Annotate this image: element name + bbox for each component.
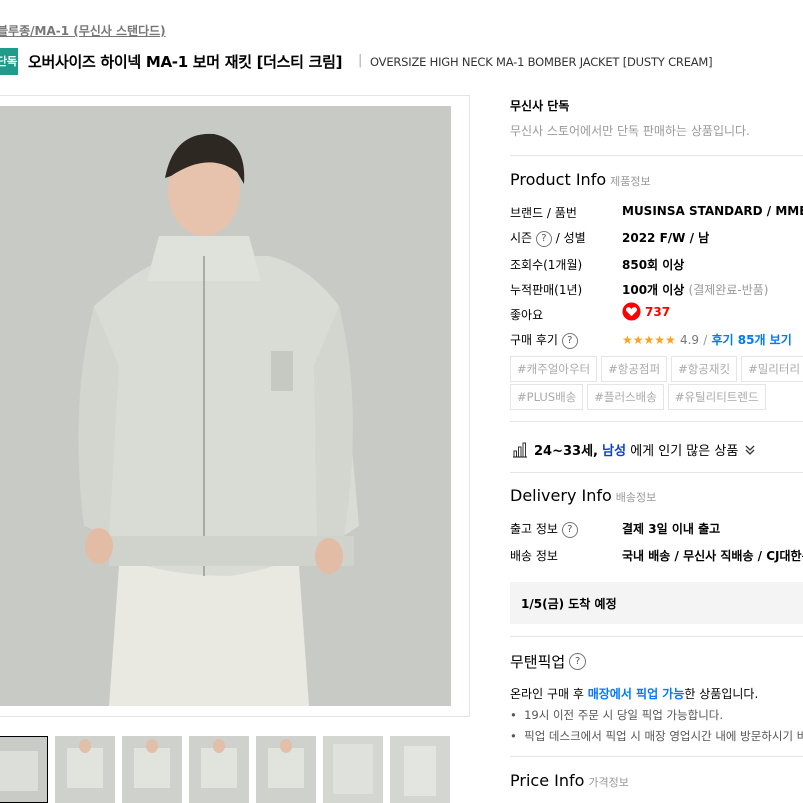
views-label: 조회수(1개월)	[510, 258, 583, 272]
popular-row[interactable]: 24~33세, 남성 에게 인기 많은 상품	[512, 440, 756, 459]
thumbnail[interactable]	[323, 736, 383, 803]
pickup-title: 무탠픽업	[510, 653, 566, 671]
question-icon[interactable]: ?	[535, 230, 552, 247]
chart-icon	[513, 442, 527, 458]
pickup-desc: 온라인 구매 후 매장에서 픽업 가능한 상품입니다.	[510, 685, 758, 702]
views-value: 850회 이상	[622, 258, 685, 272]
popular-gender: 남성	[602, 444, 627, 459]
sales-value: 100개 이상	[622, 283, 685, 297]
arrival-box: 1/5(금) 도착 예정	[510, 582, 803, 624]
tag[interactable]: #유틸리티트렌드	[667, 384, 766, 410]
chevron-down-icon	[745, 445, 755, 455]
thumbnail-strip	[0, 736, 450, 803]
breadcrumb[interactable]: 블루종/MA-1 (무신사 스탠다드)	[0, 22, 166, 39]
review-slash: /	[703, 333, 708, 347]
question-icon[interactable]: ?	[561, 332, 578, 349]
thumbnail[interactable]	[0, 736, 48, 803]
thumbnail[interactable]	[390, 736, 450, 803]
tag[interactable]: #항공재킷	[671, 356, 738, 382]
brand-value[interactable]: MUSINSA STANDARD / MMBUJ	[622, 204, 803, 218]
tag[interactable]: #항공점퍼	[601, 356, 668, 382]
divider	[510, 756, 803, 757]
review-link[interactable]: 후기 85개 보기	[712, 333, 792, 347]
delivery-title: Delivery Info	[510, 486, 612, 505]
exclusive-desc: 무신사 스토어에서만 단독 판매하는 상품입니다.	[510, 124, 750, 138]
gender-label: / 성별	[555, 231, 586, 245]
product-info-heading: Product Info 제품정보	[510, 170, 651, 189]
likes-label: 좋아요	[510, 308, 544, 322]
pickup-pre: 온라인 구매 후	[510, 687, 584, 701]
season-label-wrap: 시즌 ? / 성별	[510, 229, 586, 247]
popular-text: 에게 인기 많은 상품	[630, 444, 739, 459]
product-title: 오버사이즈 하이넥 MA-1 보머 재킷 [더스티 크림]	[28, 53, 343, 71]
review-label: 구매 후기	[510, 333, 558, 347]
delivery-sub: 배송정보	[615, 491, 657, 504]
exclusive-badge: 단독	[0, 48, 18, 75]
arrival-text: 1/5(금) 도착 예정	[521, 597, 617, 611]
thumbnail[interactable]	[122, 736, 182, 803]
star-icon: ★★★★★	[622, 333, 676, 347]
thumbnail[interactable]	[55, 736, 115, 803]
price-heading: Price Info 가격정보	[510, 771, 629, 790]
pickup-bullet-text: 픽업 데스크에서 픽업 시 매장 영업시간 내에 방문하시기 바	[524, 729, 803, 743]
tag[interactable]: #플러스배송	[587, 384, 664, 410]
review-value-wrap: ★★★★★ 4.9 / 후기 85개 보기	[622, 331, 792, 348]
tag-list: #캐주얼아우터 #항공점퍼 #항공재킷 #밀리터리	[510, 356, 803, 382]
pickup-post: 한 상품입니다.	[684, 687, 759, 701]
likes-button[interactable]: 737	[622, 302, 670, 321]
exclusive-title: 무신사 단독	[510, 99, 570, 113]
divider	[510, 472, 803, 473]
question-icon[interactable]: ?	[569, 653, 587, 670]
divider	[510, 421, 803, 422]
method-value: 국내 배송 / 무신사 직배송 / CJ대한통	[622, 549, 803, 563]
price-sub: 가격정보	[588, 776, 629, 789]
rating-value: 4.9	[679, 333, 700, 347]
product-image[interactable]	[0, 106, 451, 706]
product-title-en: OVERSIZE HIGH NECK MA-1 BOMBER JACKET [D…	[370, 55, 713, 69]
pickup-bullet-1: • 19시 이전 주문 시 당일 픽업 가능합니다.	[510, 708, 724, 722]
popular-comma: ,	[593, 444, 598, 459]
review-label-wrap: 구매 후기 ?	[510, 331, 578, 349]
tag[interactable]: #밀리터리	[741, 356, 803, 382]
pickup-bullet-2: • 픽업 데스크에서 픽업 시 매장 영업시간 내에 방문하시기 바	[510, 728, 803, 744]
sales-label: 누적판매(1년)	[510, 283, 583, 297]
ship-label: 출고 정보	[510, 522, 558, 536]
ship-label-wrap: 출고 정보 ?	[510, 520, 578, 538]
pickup-highlight: 매장에서 픽업 가능	[587, 687, 685, 701]
pickup-bullet-text: 19시 이전 주문 시 당일 픽업 가능합니다.	[524, 708, 724, 722]
price-title: Price Info	[510, 771, 585, 790]
brand-label: 브랜드 / 품번	[510, 206, 577, 220]
season-value: 2022 F/W / 남	[622, 231, 710, 245]
ship-value: 결제 3일 이내 출고	[622, 522, 721, 536]
main-image-frame	[0, 95, 470, 717]
method-label: 배송 정보	[510, 549, 558, 563]
delivery-heading: Delivery Info 배송정보	[510, 486, 656, 505]
tag[interactable]: #PLUS배송	[510, 384, 584, 410]
title-separator: |	[358, 53, 363, 68]
question-icon[interactable]: ?	[561, 521, 578, 538]
product-info-sub: 제품정보	[610, 175, 651, 188]
tag-list-2: #PLUS배송 #플러스배송 #유틸리티트렌드	[510, 384, 803, 410]
sales-value-wrap: 100개 이상 (결제완료-반품)	[622, 281, 768, 298]
thumbnail[interactable]	[189, 736, 249, 803]
sales-note: (결제완료-반품)	[688, 283, 769, 297]
divider	[510, 155, 803, 156]
product-info-title: Product Info	[510, 170, 607, 189]
tag[interactable]: #캐주얼아우터	[510, 356, 598, 382]
divider	[510, 636, 803, 637]
thumbnail[interactable]	[256, 736, 316, 803]
heart-icon	[622, 302, 641, 321]
likes-count: 737	[645, 304, 671, 319]
popular-age: 24~33세	[534, 444, 594, 459]
season-label: 시즌	[510, 231, 533, 245]
pickup-heading: 무탠픽업 ?	[510, 651, 587, 672]
